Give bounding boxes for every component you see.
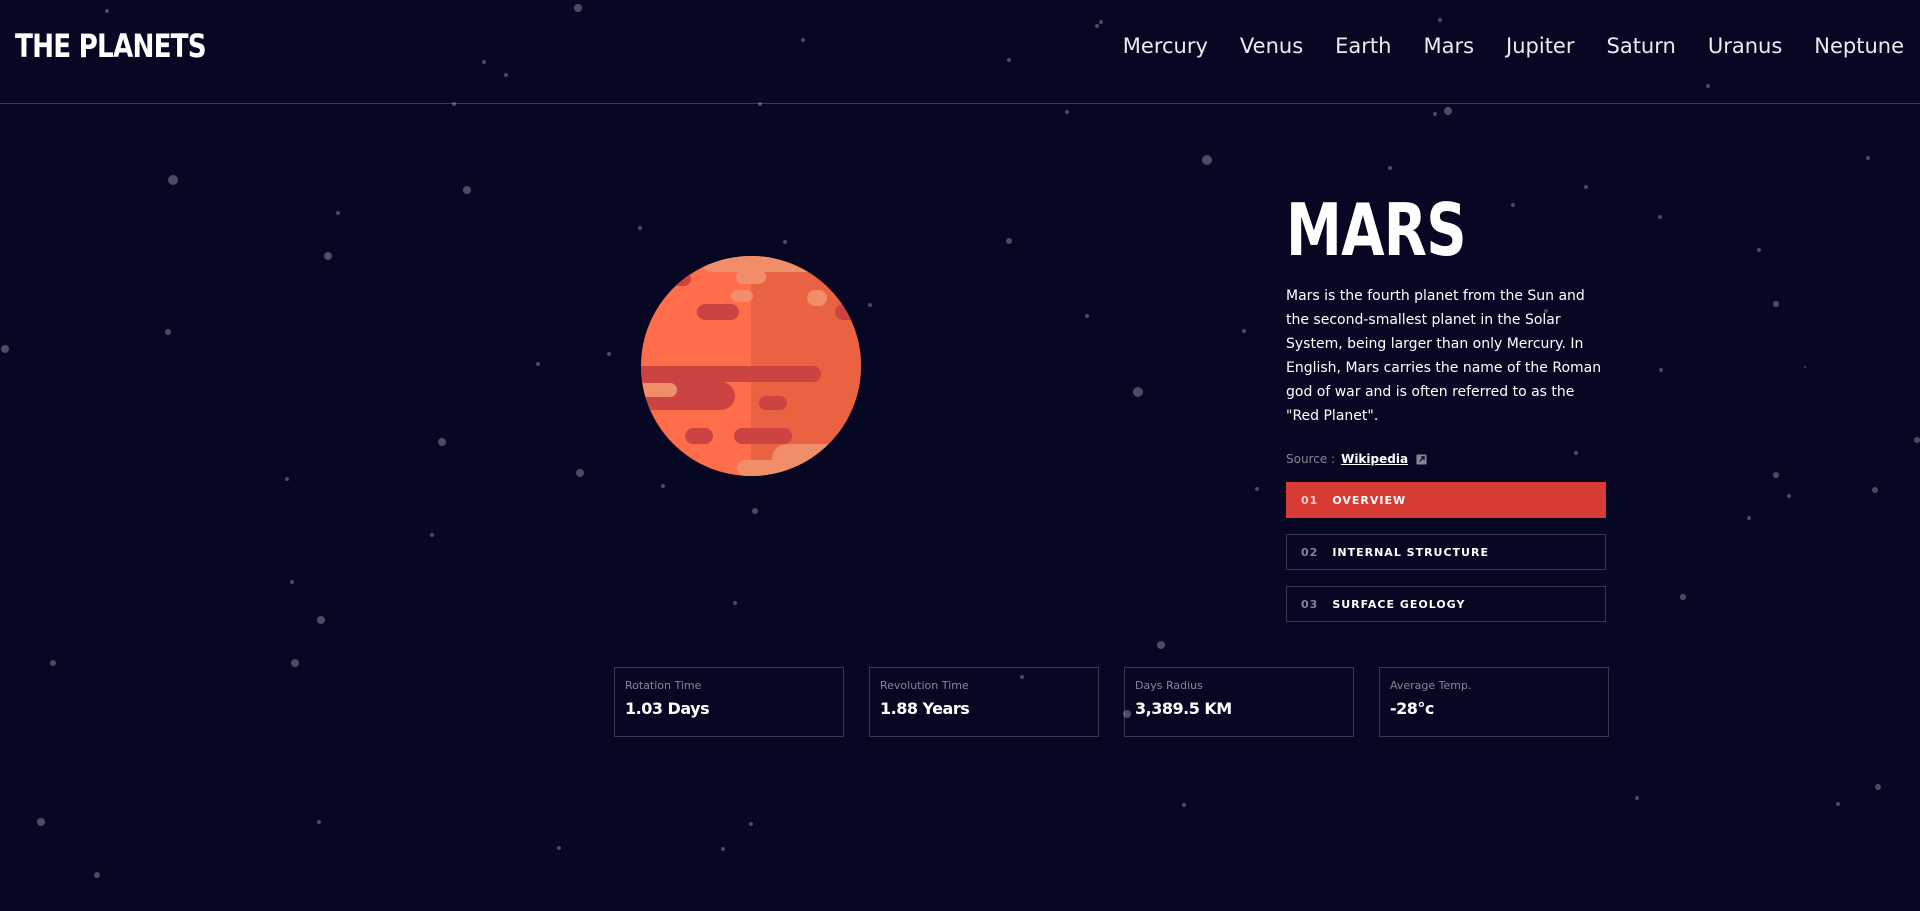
tab-label: OVERVIEW (1332, 493, 1407, 507)
stat-label: Revolution Time (880, 679, 969, 692)
tab-overview[interactable]: 01 OVERVIEW (1286, 482, 1606, 518)
nav-item-venus[interactable]: Venus (1240, 36, 1303, 57)
nav-item-mars[interactable]: Mars (1423, 36, 1474, 57)
stat-revolution-time: Revolution Time 1.88 Years (869, 667, 1099, 737)
planet-stats: Rotation Time 1.03 Days Revolution Time … (614, 667, 1609, 737)
external-link-icon[interactable] (1416, 453, 1427, 465)
stat-days-radius: Days Radius 3,389.5 KM (1124, 667, 1354, 737)
nav-item-mercury[interactable]: Mercury (1123, 36, 1208, 57)
tab-internal-structure[interactable]: 02 INTERNAL STRUCTURE (1286, 534, 1606, 570)
stat-label: Average Temp. (1390, 679, 1472, 692)
tab-surface-geology[interactable]: 03 SURFACE GEOLOGY (1286, 586, 1606, 622)
stat-rotation-time: Rotation Time 1.03 Days (614, 667, 844, 737)
page: THE PLANETS Mercury Venus Earth Mars Jup… (0, 0, 1920, 911)
stat-value: -28°c (1390, 699, 1434, 718)
stat-label: Days Radius (1135, 679, 1203, 692)
planet-nav: Mercury Venus Earth Mars Jupiter Saturn … (1091, 36, 1904, 57)
nav-item-uranus[interactable]: Uranus (1708, 36, 1782, 57)
view-tabs: 01 OVERVIEW 02 INTERNAL STRUCTURE 03 SUR… (1286, 482, 1606, 622)
nav-item-saturn[interactable]: Saturn (1607, 36, 1676, 57)
tab-label: SURFACE GEOLOGY (1332, 597, 1466, 611)
nav-item-earth[interactable]: Earth (1335, 36, 1391, 57)
planet-info: MARS Mars is the fourth planet from the … (1286, 193, 1606, 638)
source-prefix: Source : (1286, 452, 1336, 466)
stat-average-temp: Average Temp. -28°c (1379, 667, 1609, 737)
nav-item-neptune[interactable]: Neptune (1814, 36, 1904, 57)
stat-value: 3,389.5 KM (1135, 699, 1232, 718)
top-header: THE PLANETS Mercury Venus Earth Mars Jup… (0, 0, 1920, 104)
tab-number: 02 (1301, 545, 1319, 559)
tab-label: INTERNAL STRUCTURE (1332, 545, 1489, 559)
stat-value: 1.88 Years (880, 699, 970, 718)
planet-description: Mars is the fourth planet from the Sun a… (1286, 288, 1602, 424)
starfield-background (1, 4, 1920, 878)
stat-value: 1.03 Days (625, 699, 710, 718)
tab-number: 01 (1301, 493, 1319, 507)
stat-label: Rotation Time (625, 679, 702, 692)
wikipedia-link[interactable]: Wikipedia (1341, 452, 1408, 466)
mars-planet-icon (641, 256, 861, 476)
planet-title: MARS (1286, 188, 1467, 272)
tab-number: 03 (1301, 597, 1319, 611)
nav-item-jupiter[interactable]: Jupiter (1506, 36, 1574, 57)
source-line: Source : Wikipedia (1286, 452, 1606, 466)
site-logo[interactable]: THE PLANETS (15, 30, 207, 62)
